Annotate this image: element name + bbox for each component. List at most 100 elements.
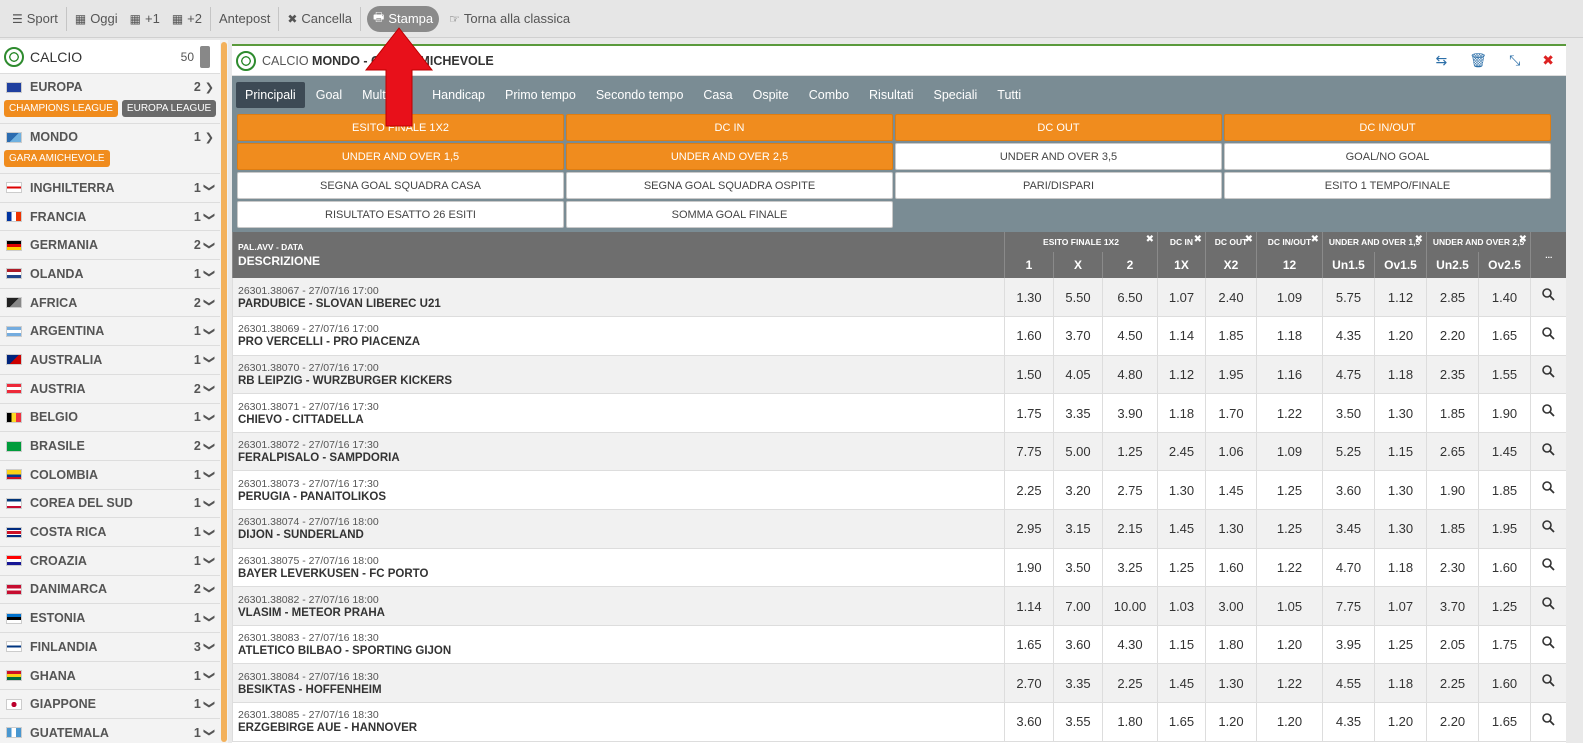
odds-cell[interactable]: 1.18 <box>1157 393 1206 433</box>
tab-combo[interactable]: Combo <box>800 82 858 108</box>
odds-cell[interactable]: 1.20 <box>1373 316 1427 356</box>
search-icon[interactable] <box>1530 625 1566 665</box>
odds-cell[interactable]: 4.80 <box>1102 355 1158 395</box>
market-button[interactable]: DC OUT <box>895 114 1222 141</box>
odds-cell[interactable]: 5.25 <box>1322 432 1375 472</box>
antepost-button[interactable]: Antepost <box>213 6 276 32</box>
odds-cell[interactable]: 2.35 <box>1426 355 1479 395</box>
odds-cell[interactable]: 3.60 <box>1004 702 1054 742</box>
close-icon[interactable]: ✖ <box>1311 234 1319 245</box>
country-item[interactable]: COLOMBIA 1 ❯ <box>0 460 220 490</box>
odds-cell[interactable]: 1.90 <box>1478 393 1531 433</box>
odds-cell[interactable]: 2.25 <box>1004 470 1054 511</box>
odds-cell[interactable]: 1.05 <box>1256 586 1323 626</box>
odds-cell[interactable]: 1.80 <box>1205 625 1257 665</box>
odds-cell[interactable]: 3.35 <box>1053 663 1103 704</box>
odds-cell[interactable]: 1.65 <box>1004 625 1054 665</box>
market-button[interactable]: UNDER AND OVER 2,5 <box>566 143 893 170</box>
country-item[interactable]: GERMANIA 2 ❯ <box>0 231 220 261</box>
odds-cell[interactable]: 2.95 <box>1004 509 1054 549</box>
search-icon[interactable] <box>1530 355 1566 395</box>
tab-primo-tempo[interactable]: Primo tempo <box>496 82 585 108</box>
odds-cell[interactable]: 1.30 <box>1004 278 1054 318</box>
odds-cell[interactable]: 1.60 <box>1478 548 1531 588</box>
sport-button[interactable]: ☰ Sport <box>6 6 64 32</box>
odds-cell[interactable]: 1.25 <box>1478 586 1531 626</box>
chevron-down-icon[interactable]: ❯ <box>203 241 216 250</box>
odds-cell[interactable]: 1.06 <box>1205 432 1257 472</box>
tab-handicap[interactable]: Handicap <box>423 82 494 108</box>
odds-cell[interactable]: 3.90 <box>1102 393 1158 433</box>
odds-cell[interactable]: 2.25 <box>1102 663 1158 704</box>
odds-cell[interactable]: 2.30 <box>1426 548 1479 588</box>
odds-cell[interactable]: 1.85 <box>1205 316 1257 356</box>
event-cell[interactable]: 26301.38083 - 27/07/16 18:30 ATLETICO BIL… <box>232 625 1005 665</box>
odds-cell[interactable]: 2.70 <box>1004 663 1054 704</box>
market-button[interactable]: UNDER AND OVER 1,5 <box>237 143 564 170</box>
chevron-down-icon[interactable]: ❯ <box>203 556 216 565</box>
region-mondo-row[interactable]: MONDO 1 ❯ <box>0 124 220 150</box>
odds-cell[interactable]: 2.25 <box>1426 663 1479 704</box>
market-button[interactable]: SOMMA GOAL FINALE <box>566 201 893 228</box>
odds-cell[interactable]: 4.35 <box>1322 702 1375 742</box>
odds-cell[interactable]: 1.14 <box>1157 316 1206 356</box>
odds-cell[interactable]: 3.15 <box>1053 509 1103 549</box>
sidebar-header[interactable]: CALCIO 50 <box>0 40 220 74</box>
odds-cell[interactable]: 1.22 <box>1256 548 1323 588</box>
chevron-down-icon[interactable]: ❯ <box>203 642 216 651</box>
chevron-down-icon[interactable]: ❯ <box>203 269 216 278</box>
odds-cell[interactable]: 1.40 <box>1478 278 1531 318</box>
odds-cell[interactable]: 2.75 <box>1102 470 1158 511</box>
torna-classica-button[interactable]: ☞ Torna alla classica <box>443 6 576 32</box>
odds-cell[interactable]: 1.20 <box>1256 702 1323 742</box>
odds-cell[interactable]: 4.05 <box>1053 355 1103 395</box>
odds-cell[interactable]: 1.20 <box>1205 702 1257 742</box>
odds-cell[interactable]: 1.95 <box>1478 509 1531 549</box>
odds-cell[interactable]: 1.45 <box>1157 509 1206 549</box>
odds-cell[interactable]: 1.09 <box>1256 278 1323 318</box>
country-item[interactable]: BELGIO 1 ❯ <box>0 403 220 433</box>
chevron-down-icon[interactable]: ❯ <box>203 499 216 508</box>
search-icon[interactable] <box>1530 470 1566 511</box>
country-item[interactable]: GHANA 1 ❯ <box>0 661 220 691</box>
country-item[interactable]: AUSTRALIA 1 ❯ <box>0 346 220 375</box>
search-icon[interactable] <box>1530 663 1566 704</box>
search-icon[interactable] <box>1530 278 1566 318</box>
odds-cell[interactable]: 4.30 <box>1102 625 1158 665</box>
close-icon[interactable]: ✖ <box>1146 234 1154 245</box>
odds-cell[interactable]: 4.35 <box>1322 316 1375 356</box>
odds-cell[interactable]: 1.22 <box>1256 663 1323 704</box>
odds-cell[interactable]: 3.70 <box>1053 316 1103 356</box>
plus2-button[interactable]: ▦ +2 <box>166 6 208 32</box>
odds-cell[interactable]: 1.12 <box>1373 278 1427 318</box>
odds-cell[interactable]: 1.20 <box>1256 625 1323 665</box>
odds-cell[interactable]: 3.95 <box>1322 625 1375 665</box>
odds-cell[interactable]: 2.05 <box>1426 625 1479 665</box>
event-cell[interactable]: 26301.38067 - 27/07/16 17:00 PARDUBICE - … <box>232 278 1005 318</box>
odds-cell[interactable]: 1.30 <box>1373 509 1427 549</box>
odds-cell[interactable]: 1.18 <box>1373 548 1427 588</box>
odds-cell[interactable]: 3.45 <box>1322 509 1375 549</box>
odds-cell[interactable]: 1.85 <box>1426 393 1479 433</box>
close-icon[interactable]: ✖ <box>1519 234 1527 245</box>
odds-cell[interactable]: 2.45 <box>1157 432 1206 472</box>
event-cell[interactable]: 26301.38082 - 27/07/16 18:00 VLASIM - MET… <box>232 586 1005 626</box>
country-item[interactable]: FRANCIA 1 ❯ <box>0 202 220 232</box>
chevron-down-icon[interactable]: ❯ <box>203 614 216 623</box>
chevron-down-icon[interactable]: ❯ <box>203 671 216 680</box>
odds-cell[interactable]: 5.75 <box>1322 278 1375 318</box>
tab-goal[interactable]: Goal <box>307 82 351 108</box>
odds-cell[interactable]: 1.30 <box>1373 393 1427 433</box>
odds-cell[interactable]: 1.85 <box>1426 509 1479 549</box>
odds-cell[interactable]: 2.20 <box>1426 316 1479 356</box>
odds-cell[interactable]: 2.40 <box>1205 278 1257 318</box>
event-cell[interactable]: 26301.38069 - 27/07/16 17:00 PRO VERCELLI… <box>232 316 1005 356</box>
odds-cell[interactable]: 3.55 <box>1053 702 1103 742</box>
chevron-down-icon[interactable]: ❯ <box>203 728 216 737</box>
tab-principali[interactable]: Principali <box>236 82 305 108</box>
odds-cell[interactable]: 2.65 <box>1426 432 1479 472</box>
search-icon[interactable] <box>1530 586 1566 626</box>
odds-cell[interactable]: 2.20 <box>1426 702 1479 742</box>
odds-cell[interactable]: 1.85 <box>1478 470 1531 511</box>
odds-cell[interactable]: 3.50 <box>1322 393 1375 433</box>
